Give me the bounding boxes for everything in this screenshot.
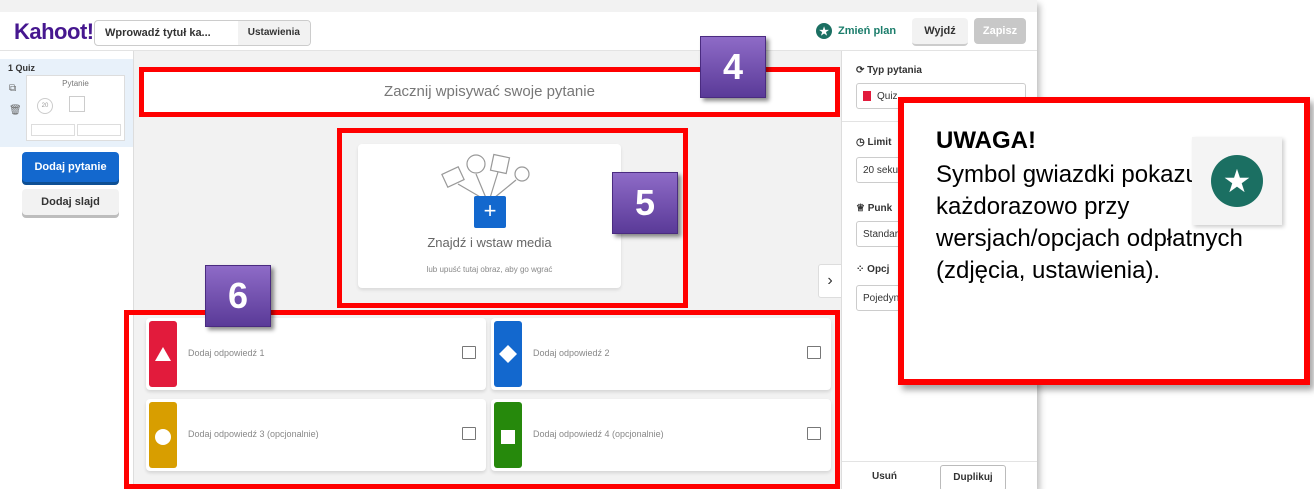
slide-thumbnail[interactable]: Pytanie 20 bbox=[26, 75, 125, 141]
points-heading: ♕ Punk bbox=[856, 203, 893, 214]
question-type-heading: ⟳ Typ pytania bbox=[856, 65, 922, 76]
delete-button[interactable]: Usuń bbox=[872, 471, 897, 482]
clock-icon: ◷ bbox=[856, 137, 868, 148]
answer-options-heading: ⁘ Opcj bbox=[856, 264, 890, 275]
settings-button[interactable]: Ustawienia bbox=[237, 21, 310, 45]
save-button[interactable]: Zapisz bbox=[974, 18, 1026, 44]
star-icon: ★ bbox=[1211, 155, 1263, 207]
upgrade-plan-label: Zmień plan bbox=[838, 25, 897, 37]
thumbnail-timer: 20 bbox=[37, 98, 53, 114]
thumbnail-title: Pytanie bbox=[62, 79, 89, 88]
kahoot-logo[interactable]: Kahoot! bbox=[14, 19, 94, 45]
quiz-icon bbox=[863, 91, 871, 102]
trophy-icon: ♕ bbox=[856, 203, 868, 214]
thumbnail-answer-row bbox=[77, 124, 121, 136]
image-icon bbox=[69, 96, 85, 112]
divider bbox=[842, 461, 1037, 462]
step-badge-5: 5 bbox=[612, 172, 678, 234]
slide-label: 1 Quiz bbox=[8, 63, 36, 73]
trash-icon[interactable]: 🗑 bbox=[9, 105, 22, 116]
premium-note: UWAGA! Symbol gwiazdki pokazuje się każd… bbox=[898, 97, 1310, 385]
add-question-button[interactable]: Dodaj pytanie bbox=[22, 152, 119, 182]
slide-item[interactable]: 1 Quiz ⧉ 🗑 Pytanie 20 bbox=[0, 59, 133, 147]
duplicate-button[interactable]: Duplikuj bbox=[940, 465, 1006, 489]
chevron-right-icon[interactable]: › bbox=[818, 264, 842, 298]
add-slide-button[interactable]: Dodaj slajd bbox=[22, 189, 119, 215]
star-example: ★ bbox=[1192, 137, 1282, 225]
upgrade-plan-link[interactable]: ★ Zmień plan bbox=[816, 23, 896, 39]
duplicate-icon[interactable]: ⧉ bbox=[9, 83, 16, 94]
title-and-settings[interactable]: Wprowadź tytuł ka... Ustawienia bbox=[94, 20, 311, 46]
star-icon: ★ bbox=[816, 23, 832, 39]
step-badge-4: 4 bbox=[700, 36, 766, 98]
top-bar: Kahoot! Wprowadź tytuł ka... Ustawienia … bbox=[0, 12, 1037, 51]
step-badge-6: 6 bbox=[205, 265, 271, 327]
refresh-icon: ⟳ bbox=[856, 65, 868, 76]
slides-sidebar: 1 Quiz ⧉ 🗑 Pytanie 20 Dodaj pytanie Doda… bbox=[0, 51, 134, 489]
note-heading: UWAGA! bbox=[936, 127, 1036, 154]
time-limit-heading: ◷ Limit bbox=[856, 137, 892, 148]
options-icon: ⁘ bbox=[856, 264, 868, 275]
highlight-box-answers bbox=[124, 310, 840, 489]
title-input[interactable]: Wprowadź tytuł ka... bbox=[95, 27, 238, 39]
exit-button[interactable]: Wyjdź bbox=[912, 18, 968, 46]
thumbnail-answer-row bbox=[31, 124, 75, 136]
